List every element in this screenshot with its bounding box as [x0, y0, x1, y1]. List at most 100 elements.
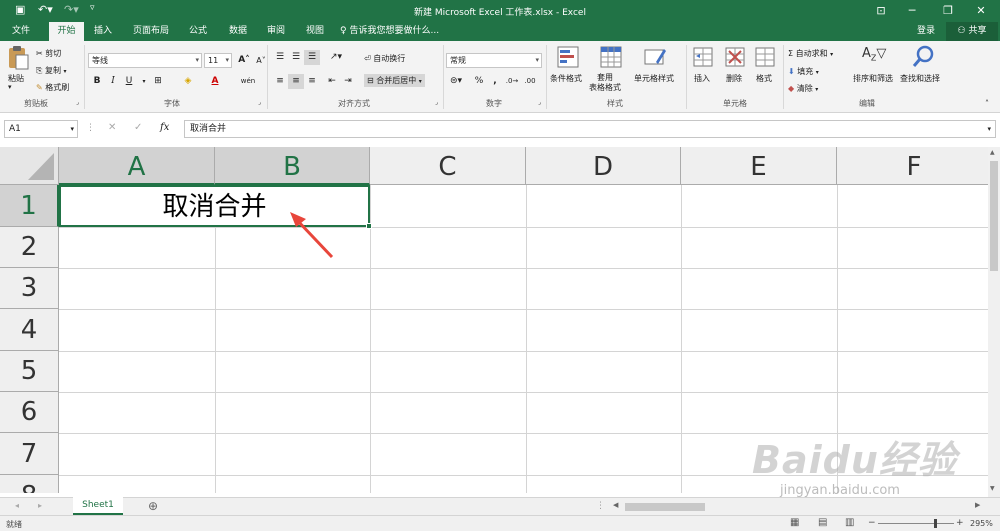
- paste-dropdown-icon[interactable]: ▾: [8, 83, 12, 91]
- scroll-up-icon[interactable]: ▲: [990, 149, 995, 156]
- percent-button[interactable]: %: [471, 74, 487, 89]
- delete-cells-label[interactable]: 删除: [726, 73, 742, 84]
- sort-filter-label[interactable]: 排序和筛选: [853, 73, 893, 84]
- column-header-d[interactable]: D: [526, 147, 681, 185]
- orientation-icon[interactable]: ↗▾: [328, 50, 344, 65]
- column-header-b[interactable]: B: [215, 147, 370, 185]
- align-right-icon[interactable]: ≡: [304, 74, 320, 89]
- zoom-slider-track[interactable]: [878, 523, 954, 524]
- scroll-right-icon[interactable]: ▶: [975, 501, 980, 509]
- fill-handle[interactable]: [366, 223, 372, 229]
- cut-button[interactable]: ✂ 剪切: [36, 48, 61, 59]
- tell-me-box[interactable]: ♀ 告诉我您想要做什么...: [340, 22, 439, 41]
- merge-center-button[interactable]: ⊟ 合并后居中 ▾: [364, 74, 425, 87]
- zoom-out-icon[interactable]: −: [868, 518, 876, 528]
- zoom-level[interactable]: 295%: [970, 519, 993, 528]
- font-name-box[interactable]: 等线 ▾: [88, 53, 202, 68]
- delete-cells-icon[interactable]: [724, 46, 746, 71]
- format-cells-label[interactable]: 格式: [756, 73, 772, 84]
- conditional-formatting-icon[interactable]: [557, 46, 579, 71]
- grow-font-button[interactable]: A˄: [236, 53, 252, 68]
- format-cells-icon[interactable]: [754, 46, 776, 71]
- add-sheet-icon[interactable]: ⊕: [148, 499, 158, 513]
- comma-button[interactable]: ,: [487, 74, 503, 89]
- dialog-launcher-icon[interactable]: ⌟: [76, 99, 79, 106]
- page-layout-view-icon[interactable]: ▤: [818, 517, 827, 528]
- format-as-table-icon[interactable]: [600, 46, 622, 71]
- insert-function-button[interactable]: fx: [160, 122, 169, 133]
- undo-icon[interactable]: ↶▾: [38, 3, 53, 16]
- font-size-box[interactable]: 11 ▾: [204, 53, 232, 68]
- phonetic-icon[interactable]: wén: [240, 74, 256, 89]
- dialog-launcher-icon[interactable]: ⌟: [258, 99, 261, 106]
- collapse-ribbon-icon[interactable]: ˄: [985, 99, 989, 108]
- paste-icon[interactable]: [6, 45, 30, 70]
- borders-icon[interactable]: ⊞: [150, 74, 166, 89]
- tab-file[interactable]: 文件: [4, 22, 38, 41]
- page-break-view-icon[interactable]: ▥: [845, 517, 854, 528]
- accounting-icon[interactable]: ⊜▾: [448, 74, 464, 89]
- tab-review[interactable]: 审阅: [258, 22, 294, 41]
- row-header-1[interactable]: 1: [0, 185, 59, 227]
- scroll-next-sheet-icon[interactable]: ▸: [38, 501, 42, 510]
- tab-home[interactable]: 开始: [49, 22, 84, 41]
- vertical-scrollbar[interactable]: ▲ ▼: [988, 147, 1000, 497]
- more-sheets-icon[interactable]: ⋮: [596, 501, 605, 511]
- ribbon-display-icon[interactable]: ⊡: [868, 2, 894, 20]
- find-select-label[interactable]: 查找和选择: [900, 73, 940, 84]
- column-header-e[interactable]: E: [681, 147, 837, 185]
- more-options-icon[interactable]: ⋮: [86, 123, 95, 133]
- align-center-icon[interactable]: ≡: [288, 74, 304, 89]
- find-icon[interactable]: [912, 44, 936, 71]
- close-icon[interactable]: ✕: [968, 2, 994, 20]
- customize-qat-icon[interactable]: ▿: [90, 3, 95, 13]
- row-header-6[interactable]: 6: [0, 392, 59, 433]
- expand-formula-icon[interactable]: ▾: [987, 121, 991, 137]
- save-icon[interactable]: ▣: [15, 3, 25, 16]
- decrease-decimal-icon[interactable]: .00: [522, 74, 538, 89]
- format-as-table-label[interactable]: 套用 表格格式: [589, 73, 621, 93]
- fill-button[interactable]: ⬇ 填充 ▾: [788, 66, 819, 77]
- row-header-3[interactable]: 3: [0, 268, 59, 309]
- row-header-5[interactable]: 5: [0, 351, 59, 392]
- hscroll-thumb[interactable]: [625, 503, 705, 511]
- autosum-button[interactable]: Σ 自动求和 ▾: [788, 48, 833, 59]
- redo-icon[interactable]: ↷▾: [64, 3, 79, 16]
- row-header-4[interactable]: 4: [0, 309, 59, 351]
- font-color-icon[interactable]: A: [207, 74, 223, 89]
- dialog-launcher-icon[interactable]: ⌟: [435, 99, 438, 106]
- number-format-box[interactable]: 常规 ▾: [446, 53, 542, 68]
- insert-cells-label[interactable]: 插入: [694, 73, 710, 84]
- zoom-in-icon[interactable]: +: [956, 518, 964, 528]
- row-header-8[interactable]: 8: [0, 475, 59, 493]
- normal-view-icon[interactable]: ▦: [790, 517, 799, 528]
- scroll-down-icon[interactable]: ▼: [990, 485, 995, 492]
- italic-button[interactable]: I: [105, 74, 121, 89]
- tab-formulas[interactable]: 公式: [180, 22, 216, 41]
- copy-button[interactable]: ⎘ 复制 ▾: [36, 65, 67, 76]
- bold-button[interactable]: B: [89, 74, 105, 89]
- tab-insert[interactable]: 插入: [86, 22, 120, 41]
- conditional-formatting-label[interactable]: 条件格式: [550, 73, 582, 84]
- restore-icon[interactable]: ❐: [935, 2, 961, 20]
- row-header-7[interactable]: 7: [0, 433, 59, 475]
- column-header-c[interactable]: C: [370, 147, 526, 185]
- increase-decimal-icon[interactable]: .0→: [504, 74, 520, 89]
- tab-view[interactable]: 视图: [297, 22, 333, 41]
- align-middle-icon[interactable]: ☰: [288, 50, 304, 65]
- minimize-icon[interactable]: ─: [899, 2, 925, 20]
- increase-indent-icon[interactable]: ⇥: [340, 74, 356, 89]
- column-header-a[interactable]: A: [59, 147, 215, 185]
- cancel-icon[interactable]: ✕: [108, 122, 116, 133]
- insert-cells-icon[interactable]: [692, 46, 714, 71]
- sign-in-link[interactable]: 登录: [910, 22, 942, 41]
- cell-styles-icon[interactable]: [644, 46, 666, 71]
- formula-input[interactable]: 取消合并 ▾: [184, 120, 996, 138]
- fill-color-icon[interactable]: ◈: [180, 74, 196, 89]
- column-header-f[interactable]: F: [837, 147, 988, 185]
- cell-styles-label[interactable]: 单元格样式: [634, 73, 674, 84]
- align-bottom-icon[interactable]: ☰: [304, 50, 320, 65]
- enter-icon[interactable]: ✓: [134, 122, 142, 133]
- sheet-tab[interactable]: Sheet1: [73, 497, 123, 515]
- scroll-left-icon[interactable]: ◀: [613, 501, 618, 509]
